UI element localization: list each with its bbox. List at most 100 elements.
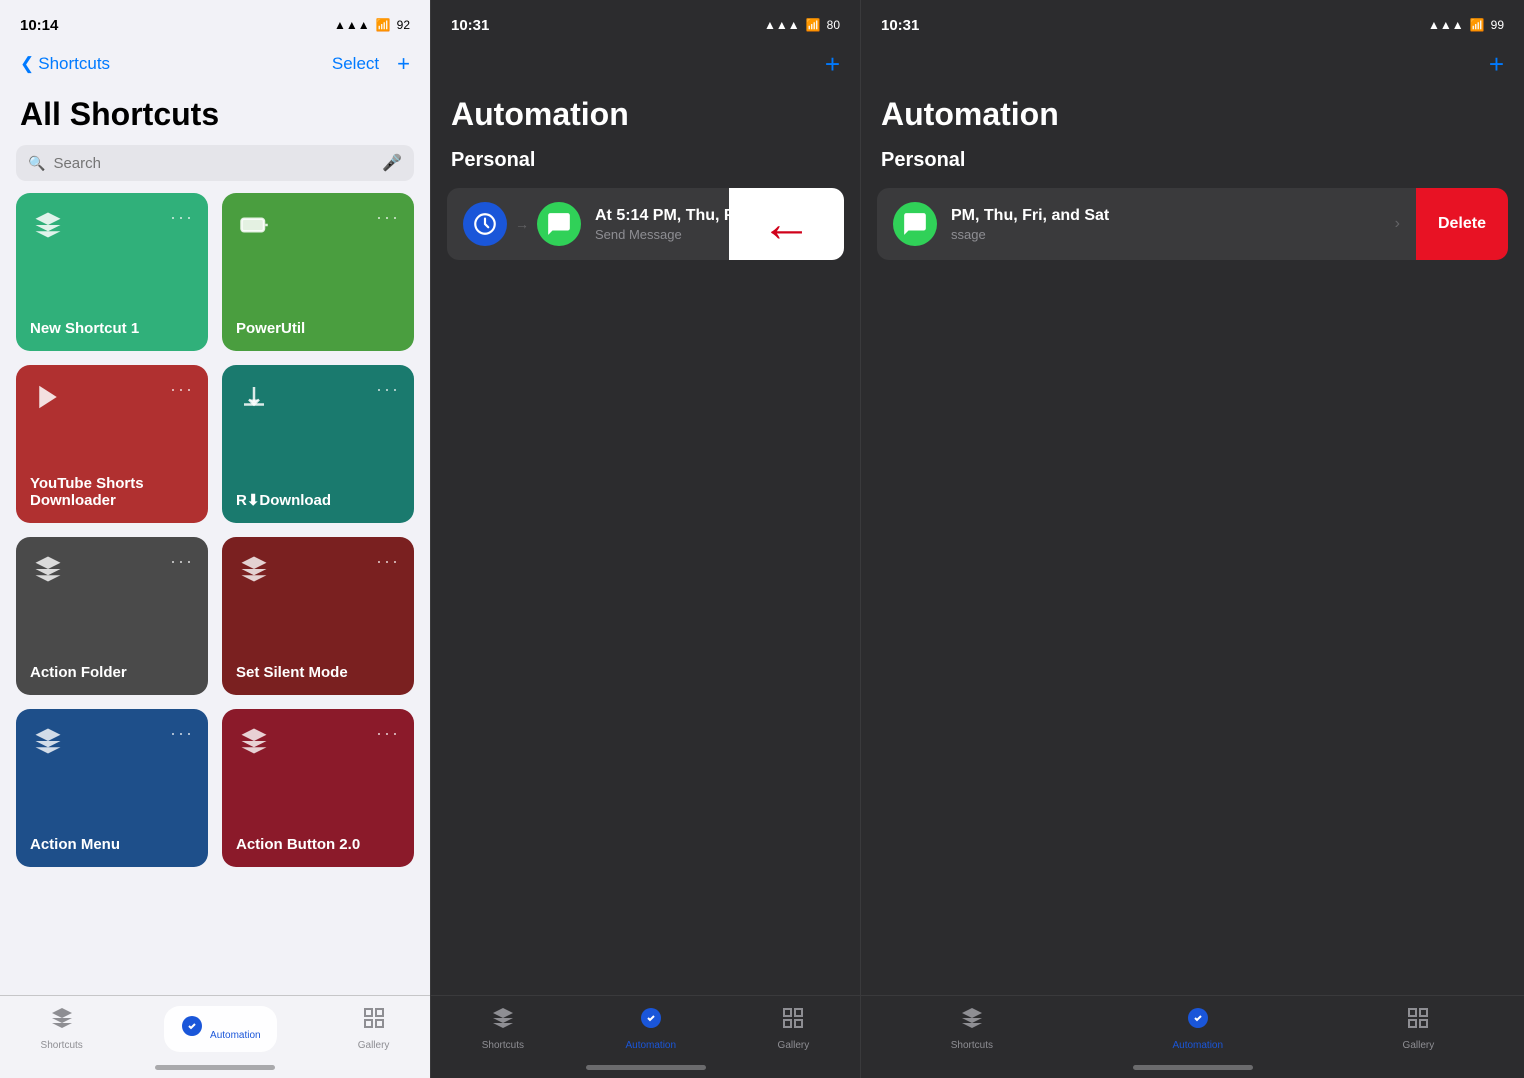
gallery-tab-icon-2 xyxy=(781,1006,805,1036)
card-more-btn[interactable]: ··· xyxy=(170,379,194,400)
delete-button[interactable]: Delete xyxy=(1416,188,1508,260)
status-icons-2: ▲▲▲ 📶 80 xyxy=(764,18,840,32)
tab-shortcuts-1[interactable]: Shortcuts xyxy=(41,1006,83,1051)
signal-icon-2: ▲▲▲ xyxy=(764,18,800,32)
card-label: Action Button 2.0 xyxy=(236,836,400,853)
card-icon-layers xyxy=(30,551,66,587)
tab-label-shortcuts-2: Shortcuts xyxy=(482,1040,524,1051)
signal-icon-1: ▲▲▲ xyxy=(334,18,370,32)
shortcut-card-new-shortcut-1[interactable]: ··· New Shortcut 1 xyxy=(16,193,208,351)
card-header: ··· xyxy=(236,723,400,759)
tab-automation-1[interactable]: Automation xyxy=(164,1006,277,1052)
shortcut-card-set-silent-mode[interactable]: ··· Set Silent Mode xyxy=(222,537,414,695)
automation-subtitle-3: ssage xyxy=(951,227,1381,242)
add-automation-button-3[interactable]: + xyxy=(1489,49,1504,80)
panel-automation-delete: 10:31 ▲▲▲ 📶 99 + Automation Personal PM,… xyxy=(860,0,1524,1078)
card-icon-layers xyxy=(30,207,66,243)
card-label: New Shortcut 1 xyxy=(30,320,194,337)
automation-row-container-3: PM, Thu, Fri, and Sat ssage › Delete xyxy=(877,188,1508,260)
home-indicator-1 xyxy=(155,1065,275,1070)
search-input-1[interactable] xyxy=(53,155,374,172)
automation-tab-icon xyxy=(180,1018,210,1043)
status-icons-3: ▲▲▲ 📶 99 xyxy=(1428,18,1504,32)
back-button-1[interactable]: ❮ Shortcuts xyxy=(20,54,110,74)
card-label: Action Menu xyxy=(30,836,194,853)
card-more-btn[interactable]: ··· xyxy=(376,379,400,400)
swipe-reveal-box: ← xyxy=(729,188,844,260)
card-icon-download xyxy=(236,379,272,415)
automation-tab-icon-3 xyxy=(1186,1006,1210,1036)
automation-row-3[interactable]: PM, Thu, Fri, and Sat ssage › xyxy=(877,188,1416,260)
card-more-btn[interactable]: ··· xyxy=(170,723,194,744)
automation-info-3: PM, Thu, Fri, and Sat ssage xyxy=(951,207,1381,242)
tab-label-automation: Automation xyxy=(210,1030,261,1041)
nav-actions-1: Select + xyxy=(332,51,410,77)
card-header: ··· xyxy=(236,207,400,243)
page-title-2: Automation xyxy=(431,88,860,145)
row-chevron-icon: › xyxy=(1395,215,1400,233)
card-label: PowerUtil xyxy=(236,320,400,337)
time-2: 10:31 xyxy=(451,17,489,34)
card-header: ··· xyxy=(30,379,194,415)
signal-icon-3: ▲▲▲ xyxy=(1428,18,1464,32)
page-title-3: Automation xyxy=(861,88,1524,145)
card-more-btn[interactable]: ··· xyxy=(376,723,400,744)
tab-automation-3[interactable]: Automation xyxy=(1172,1006,1223,1051)
select-button[interactable]: Select xyxy=(332,54,379,74)
card-label: R⬇Download xyxy=(236,491,400,509)
card-icon-play xyxy=(30,379,66,415)
card-more-btn[interactable]: ··· xyxy=(376,551,400,572)
shortcut-card-action-menu[interactable]: ··· Action Menu xyxy=(16,709,208,867)
home-indicator-2 xyxy=(586,1065,706,1070)
messages-icon-circle xyxy=(537,202,581,246)
red-arrow-icon: ← xyxy=(761,198,813,250)
card-more-btn[interactable]: ··· xyxy=(170,207,194,228)
nav-bar-3: + xyxy=(861,44,1524,88)
tab-gallery-2[interactable]: Gallery xyxy=(778,1006,810,1051)
card-header: ··· xyxy=(236,551,400,587)
wifi-icon-3: 📶 xyxy=(1470,18,1485,32)
tab-label-gallery: Gallery xyxy=(358,1040,390,1051)
automation-row-container: → At 5:14 PM, Thu, Fri, and Sat Send Mes… xyxy=(447,188,844,260)
shortcut-card-powerutil[interactable]: ··· PowerUtil xyxy=(222,193,414,351)
card-more-btn[interactable]: ··· xyxy=(170,551,194,572)
page-title-1: All Shortcuts xyxy=(0,88,430,145)
shortcuts-grid: ··· New Shortcut 1 ··· PowerUtil ··· You… xyxy=(0,193,430,867)
status-bar-2: 10:31 ▲▲▲ 📶 80 xyxy=(431,0,860,44)
tab-automation-2[interactable]: Automation xyxy=(625,1006,676,1051)
tab-active-bg: Automation xyxy=(164,1006,277,1052)
card-icon-layers3 xyxy=(30,723,66,759)
arrow-icon: → xyxy=(515,216,529,232)
battery-1: 92 xyxy=(397,18,410,32)
messages-icon-partial xyxy=(893,202,937,246)
time-1: 10:14 xyxy=(20,17,58,34)
shortcut-card-youtube-shorts[interactable]: ··· YouTube Shorts Downloader xyxy=(16,365,208,523)
chevron-left-icon: ❮ xyxy=(20,54,34,74)
shortcuts-tab-icon-3 xyxy=(960,1006,984,1036)
search-bar-1[interactable]: 🔍 🎤 xyxy=(16,145,414,181)
time-3: 10:31 xyxy=(881,17,919,34)
tab-shortcuts-3[interactable]: Shortcuts xyxy=(951,1006,993,1051)
tab-shortcuts-2[interactable]: Shortcuts xyxy=(482,1006,524,1051)
mic-icon-1: 🎤 xyxy=(382,153,402,173)
shortcuts-tab-icon xyxy=(50,1006,74,1036)
add-shortcut-button[interactable]: + xyxy=(397,51,410,77)
tab-label-gallery-2: Gallery xyxy=(778,1040,810,1051)
card-more-btn[interactable]: ··· xyxy=(376,207,400,228)
shortcut-card-action-button[interactable]: ··· Action Button 2.0 xyxy=(222,709,414,867)
card-label: YouTube Shorts Downloader xyxy=(30,475,194,509)
shortcut-card-action-folder[interactable]: ··· Action Folder xyxy=(16,537,208,695)
tab-label-shortcuts-3: Shortcuts xyxy=(951,1040,993,1051)
automation-title-3: PM, Thu, Fri, and Sat xyxy=(951,207,1381,225)
add-automation-button[interactable]: + xyxy=(825,49,840,80)
status-bar-1: 10:14 ▲▲▲ 📶 92 xyxy=(0,0,430,44)
shortcut-card-ridownload[interactable]: ··· R⬇Download xyxy=(222,365,414,523)
battery-2: 80 xyxy=(827,18,840,32)
home-indicator-3 xyxy=(1133,1065,1253,1070)
tab-gallery-3[interactable]: Gallery xyxy=(1403,1006,1435,1051)
shortcuts-tab-icon-2 xyxy=(491,1006,515,1036)
tab-gallery-1[interactable]: Gallery xyxy=(358,1006,390,1051)
auto-icon-group: → xyxy=(463,202,581,246)
delete-label: Delete xyxy=(1438,215,1486,233)
panel-automation-swipe: 10:31 ▲▲▲ 📶 80 + Automation Personal → xyxy=(430,0,860,1078)
